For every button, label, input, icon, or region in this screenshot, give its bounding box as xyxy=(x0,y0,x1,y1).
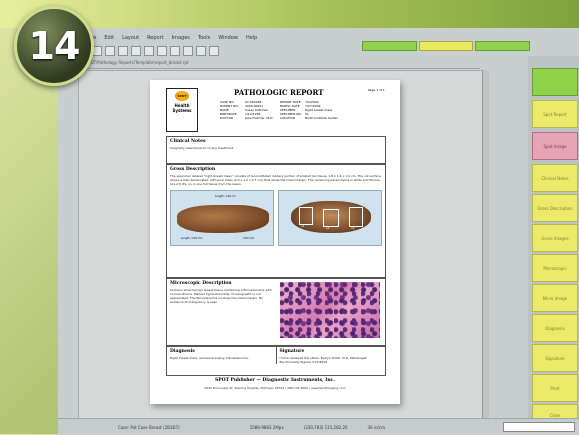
document-path: C:\SPOT\Pathology Reports\Template\repor… xyxy=(80,60,480,69)
panel-button-microscopic[interactable]: Microscopic xyxy=(532,254,578,282)
tissue-specimen-1 xyxy=(177,205,269,233)
print-icon[interactable] xyxy=(131,46,141,56)
paste-icon[interactable] xyxy=(170,46,180,56)
panel-button-gross-description[interactable]: Gross Description xyxy=(532,194,578,222)
menu-window[interactable]: Window xyxy=(218,35,238,41)
status-input-field[interactable] xyxy=(503,422,575,432)
gross-description-text: The specimen labeled "right breast mass"… xyxy=(170,174,381,186)
status-indicator-1[interactable] xyxy=(362,41,417,51)
diagnosis-text: Right breast mass, excisional biopsy: Fi… xyxy=(170,356,249,360)
section-box-a1 xyxy=(299,207,313,225)
diagnosis-signature-section: Diagnosis Right breast mass, excisional … xyxy=(166,346,386,376)
menu-edit[interactable]: Edit xyxy=(104,35,114,41)
page-number: Page 1 of 1 xyxy=(368,88,385,92)
gross-image-1: Length: 1.90 cm Length: 3.08 mm 3.63 mm xyxy=(170,190,274,246)
gross-image-2: A1 A2 A3 xyxy=(278,190,382,246)
status-zoom: 36 in/cm xyxy=(367,424,385,430)
panel-button-diagnosis[interactable]: Diagnosis xyxy=(532,314,578,342)
gross-images: Length: 1.90 cm Length: 3.08 mm 3.63 mm … xyxy=(170,190,382,246)
vertical-scrollbar[interactable] xyxy=(482,70,489,418)
microscopic-section: Microscopic Description Sections show be… xyxy=(166,278,386,346)
zoom-icon[interactable] xyxy=(183,46,193,56)
diagnosis-column: Diagnosis Right breast mass, excisional … xyxy=(167,347,277,364)
footer-address: 6540 Burroughs St. Sterling Heights, Mic… xyxy=(204,386,346,390)
step-number: 14 xyxy=(28,24,81,68)
panel-button-green[interactable] xyxy=(532,68,578,96)
menu-layout[interactable]: Layout xyxy=(122,35,139,41)
gross-image-1-label-1: Length: 1.90 cm xyxy=(215,195,236,198)
top-status-indicators xyxy=(362,41,531,51)
panel-button-print[interactable]: Print xyxy=(532,374,578,402)
health-systems-logo: SPOT Health Systems xyxy=(166,88,198,132)
patient-metadata: CASE NO. 07-000188 REPORT DATE 7/2/2009 … xyxy=(220,100,390,120)
menu-report[interactable]: Report xyxy=(147,35,164,41)
meta-label: LOCATION xyxy=(280,116,296,120)
right-tool-panel: Spot Report Spot Image Clinical Notes Gr… xyxy=(528,56,579,432)
menu-tools[interactable]: Tools xyxy=(198,35,210,41)
gross-image-2-label-2: A2 xyxy=(326,227,330,230)
gross-image-2-label-3: A3 xyxy=(351,227,355,230)
screenshot-stage: 14 File Edit Layout Report Images Tools … xyxy=(0,0,579,435)
report-title: PATHOLOGIC REPORT xyxy=(234,88,324,97)
toolbar xyxy=(58,44,392,58)
status-case: Case: Pat Case Breast (2B3D7) xyxy=(118,424,180,430)
status-image-size: 1586-9883 2Mpx xyxy=(249,424,284,430)
diagnosis-signature-columns: Diagnosis Right breast mass, excisional … xyxy=(167,347,385,364)
section-box-a3 xyxy=(349,207,363,227)
text-icon[interactable] xyxy=(196,46,206,56)
gross-image-1-label-3: 3.63 mm xyxy=(243,237,255,240)
status-indicator-2[interactable] xyxy=(418,41,474,51)
step-number-badge: 14 xyxy=(14,6,94,86)
status-indicator-3[interactable] xyxy=(475,41,531,51)
meta-label: DOCTOR xyxy=(220,116,234,120)
save-icon[interactable] xyxy=(118,46,128,56)
signature-column: Signature I have reviewed the slides. Ev… xyxy=(277,347,386,364)
meta-value: North Institute Center xyxy=(305,116,338,120)
copy-icon[interactable] xyxy=(157,46,167,56)
panel-button-signature[interactable]: Signature xyxy=(532,344,578,372)
microscopic-title: Microscopic Description xyxy=(170,281,232,286)
gross-description-title: Gross Description xyxy=(170,167,216,172)
clinical-notes-title: Clinical Notes xyxy=(170,139,206,144)
report-page: SPOT Health Systems PATHOLOGIC REPORT Pa… xyxy=(150,80,400,404)
spot-sun-icon: SPOT xyxy=(175,91,189,101)
menu-help[interactable]: Help xyxy=(246,35,257,41)
panel-button-spot-image[interactable]: Spot Image xyxy=(532,132,578,160)
panel-button-gross-images[interactable]: Gross Images xyxy=(532,224,578,252)
footer-organization: SPOT Publisher — Diagnostic Instruments,… xyxy=(215,378,335,383)
logo-spot-text: SPOT xyxy=(177,94,187,98)
logo-name: Health Systems xyxy=(172,103,192,113)
panel-button-spot-report[interactable]: Spot Report xyxy=(532,100,578,128)
open-icon[interactable] xyxy=(105,46,115,56)
signature-title: Signature xyxy=(279,349,305,354)
menu-bar: File Edit Layout Report Images Tools Win… xyxy=(58,32,388,44)
panel-button-clinical-notes[interactable]: Clinical Notes xyxy=(532,164,578,192)
panel-button-micro-image[interactable]: Micro Image xyxy=(532,284,578,312)
image-icon[interactable] xyxy=(209,46,219,56)
microscopic-text: Sections show benign breast tissue conta… xyxy=(170,288,272,304)
meta-value: Jane Fletcher, M.D. xyxy=(245,116,274,120)
gross-image-2-label-1: A1 xyxy=(301,225,305,228)
clinical-notes-text: Surgically resected prior to any treatme… xyxy=(170,146,234,150)
histology-image xyxy=(280,282,380,338)
section-box-a2 xyxy=(323,209,339,227)
status-coordinates: (330,783) 115,282,20 xyxy=(303,424,348,430)
microscopic-content: Microscopic Description Sections show be… xyxy=(167,279,385,341)
signature-text: I have reviewed the slides. Evelyn Smith… xyxy=(279,356,367,364)
gross-description-section: Gross Description The specimen labeled "… xyxy=(166,164,386,278)
menu-images[interactable]: Images xyxy=(172,35,190,41)
status-bar: Case: Pat Case Breast (2B3D7) 1586-9883 … xyxy=(58,418,579,435)
diagnosis-title: Diagnosis xyxy=(170,349,195,354)
clinical-notes-section: Clinical Notes Surgically resected prior… xyxy=(166,136,386,164)
cut-icon[interactable] xyxy=(144,46,154,56)
microscopic-text-column: Microscopic Description Sections show be… xyxy=(167,279,277,341)
gross-image-1-label-2: Length: 3.08 mm xyxy=(181,237,203,240)
